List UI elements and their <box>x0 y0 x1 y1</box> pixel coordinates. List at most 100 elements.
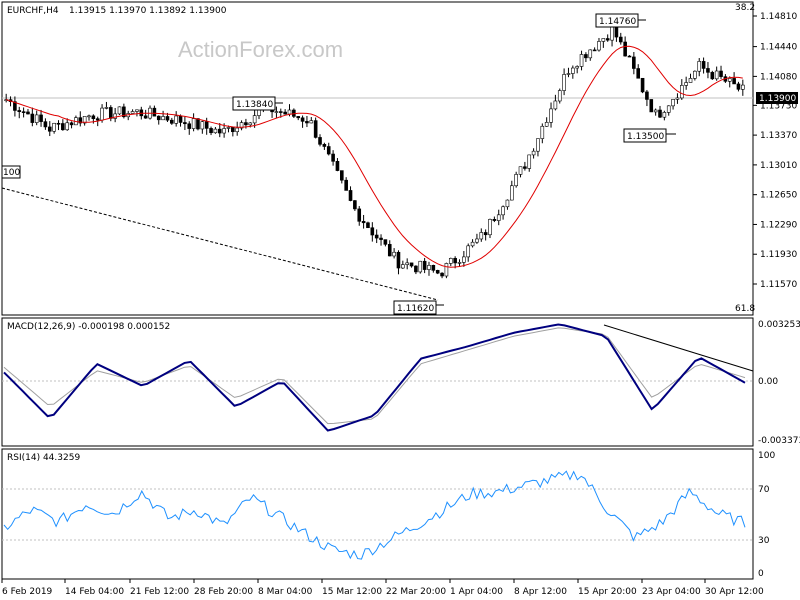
candle-body <box>662 112 667 118</box>
candle-body <box>588 49 593 59</box>
candle-body <box>318 137 322 145</box>
annotation-apr-low: 1.13500 <box>627 132 664 142</box>
candle-body <box>178 115 183 123</box>
candle-body <box>571 67 575 74</box>
candle-body <box>697 61 702 72</box>
candle-body <box>313 120 318 138</box>
rsi-tick-30: 30 <box>758 536 770 546</box>
candle-body <box>217 128 222 134</box>
candle-body <box>396 251 401 269</box>
price-y-label: 1.12650 <box>760 191 797 201</box>
annotation-1-11620: 1.11620 <box>393 300 444 315</box>
candle-body <box>204 121 209 129</box>
candle-body <box>453 258 457 264</box>
candle-body <box>518 166 523 175</box>
x-tick-label: 8 Apr 12:00 <box>514 587 567 597</box>
candle-body <box>566 73 571 75</box>
candle-body <box>714 70 719 80</box>
candle-body <box>213 128 218 134</box>
candle-body <box>135 109 139 112</box>
candle-body <box>161 116 165 121</box>
macd-tick-zero: 0.00 <box>758 377 778 387</box>
candle-body <box>387 244 392 257</box>
candle-body <box>618 36 623 43</box>
candle-body <box>701 61 706 69</box>
annotation-1-13840: 1.13840 <box>232 96 283 111</box>
candle-body <box>95 118 100 121</box>
candle-body <box>466 245 471 258</box>
candle-body <box>361 221 366 224</box>
candle-body <box>344 179 348 191</box>
candle-body <box>91 115 96 119</box>
candle-body <box>331 153 335 162</box>
candle-body <box>536 138 540 152</box>
candle-body <box>710 72 715 80</box>
candle-body <box>527 154 532 169</box>
candle-body <box>183 122 187 125</box>
candle-body <box>422 260 427 270</box>
candle-body <box>87 115 91 118</box>
candle-body <box>278 111 283 113</box>
candle-body <box>34 114 39 123</box>
x-tick-label: 22 Mar 20:00 <box>386 587 446 597</box>
chart-svg: ActionForex.com EURCHF,H4 1.13915 1.1397… <box>1 1 800 597</box>
candle-body <box>501 206 505 216</box>
candle-body <box>431 265 436 271</box>
annotation-high: 1.14760 <box>599 17 636 27</box>
candle-body <box>117 106 122 115</box>
candle-body <box>448 258 453 264</box>
candle-body <box>47 126 52 132</box>
candle-body <box>444 263 449 277</box>
candle-body <box>130 111 135 114</box>
annotation-100: 100 <box>1 165 21 179</box>
candle-body <box>719 70 723 77</box>
candle-body <box>374 234 379 239</box>
candle-body <box>488 219 492 236</box>
rsi-title: RSI(14) 44.3259 <box>7 453 80 463</box>
candle-body <box>104 107 109 109</box>
candle-body <box>274 111 279 113</box>
candle-body <box>623 41 627 57</box>
candle-body <box>174 115 178 124</box>
x-tick-label: 23 Apr 04:00 <box>642 587 701 597</box>
candle-body <box>401 264 405 269</box>
candle-body <box>479 232 484 240</box>
candle-body <box>549 108 553 123</box>
candle-body <box>357 208 362 222</box>
candle-body <box>300 117 305 122</box>
candle-body <box>152 107 157 117</box>
candle-body <box>56 122 61 125</box>
candle-body <box>741 84 745 90</box>
candle-body <box>414 265 418 273</box>
candle-body <box>39 114 43 122</box>
candle-body <box>392 251 396 257</box>
candle-body <box>226 127 231 129</box>
candle-body <box>100 107 104 121</box>
candle-body <box>165 116 170 121</box>
candle-body <box>348 190 353 201</box>
candle-body <box>65 122 70 131</box>
candle-body <box>614 26 619 38</box>
candle-body <box>523 166 527 169</box>
x-tick-label: 1 Apr 04:00 <box>450 587 503 597</box>
candle-body <box>627 55 632 58</box>
candle-body <box>283 111 287 115</box>
candle-body <box>427 265 431 270</box>
annotation-1-14760: 1.14760 <box>595 13 646 28</box>
candle-body <box>505 199 510 208</box>
candle-body <box>191 118 196 129</box>
price-panel <box>1 1 754 316</box>
candle-body <box>196 118 200 130</box>
candle-body <box>579 54 584 67</box>
candle-body <box>209 128 213 134</box>
candle-body <box>379 237 383 240</box>
candle-body <box>21 111 26 113</box>
candle-body <box>187 123 192 129</box>
macd-tick-top: 0.003253 <box>758 320 800 330</box>
candle-body <box>557 90 562 102</box>
candle-body <box>544 122 549 127</box>
candle-body <box>653 109 658 113</box>
candle-body <box>296 116 301 119</box>
candle-body <box>170 119 174 124</box>
annotation-low: 1.11620 <box>397 304 434 314</box>
